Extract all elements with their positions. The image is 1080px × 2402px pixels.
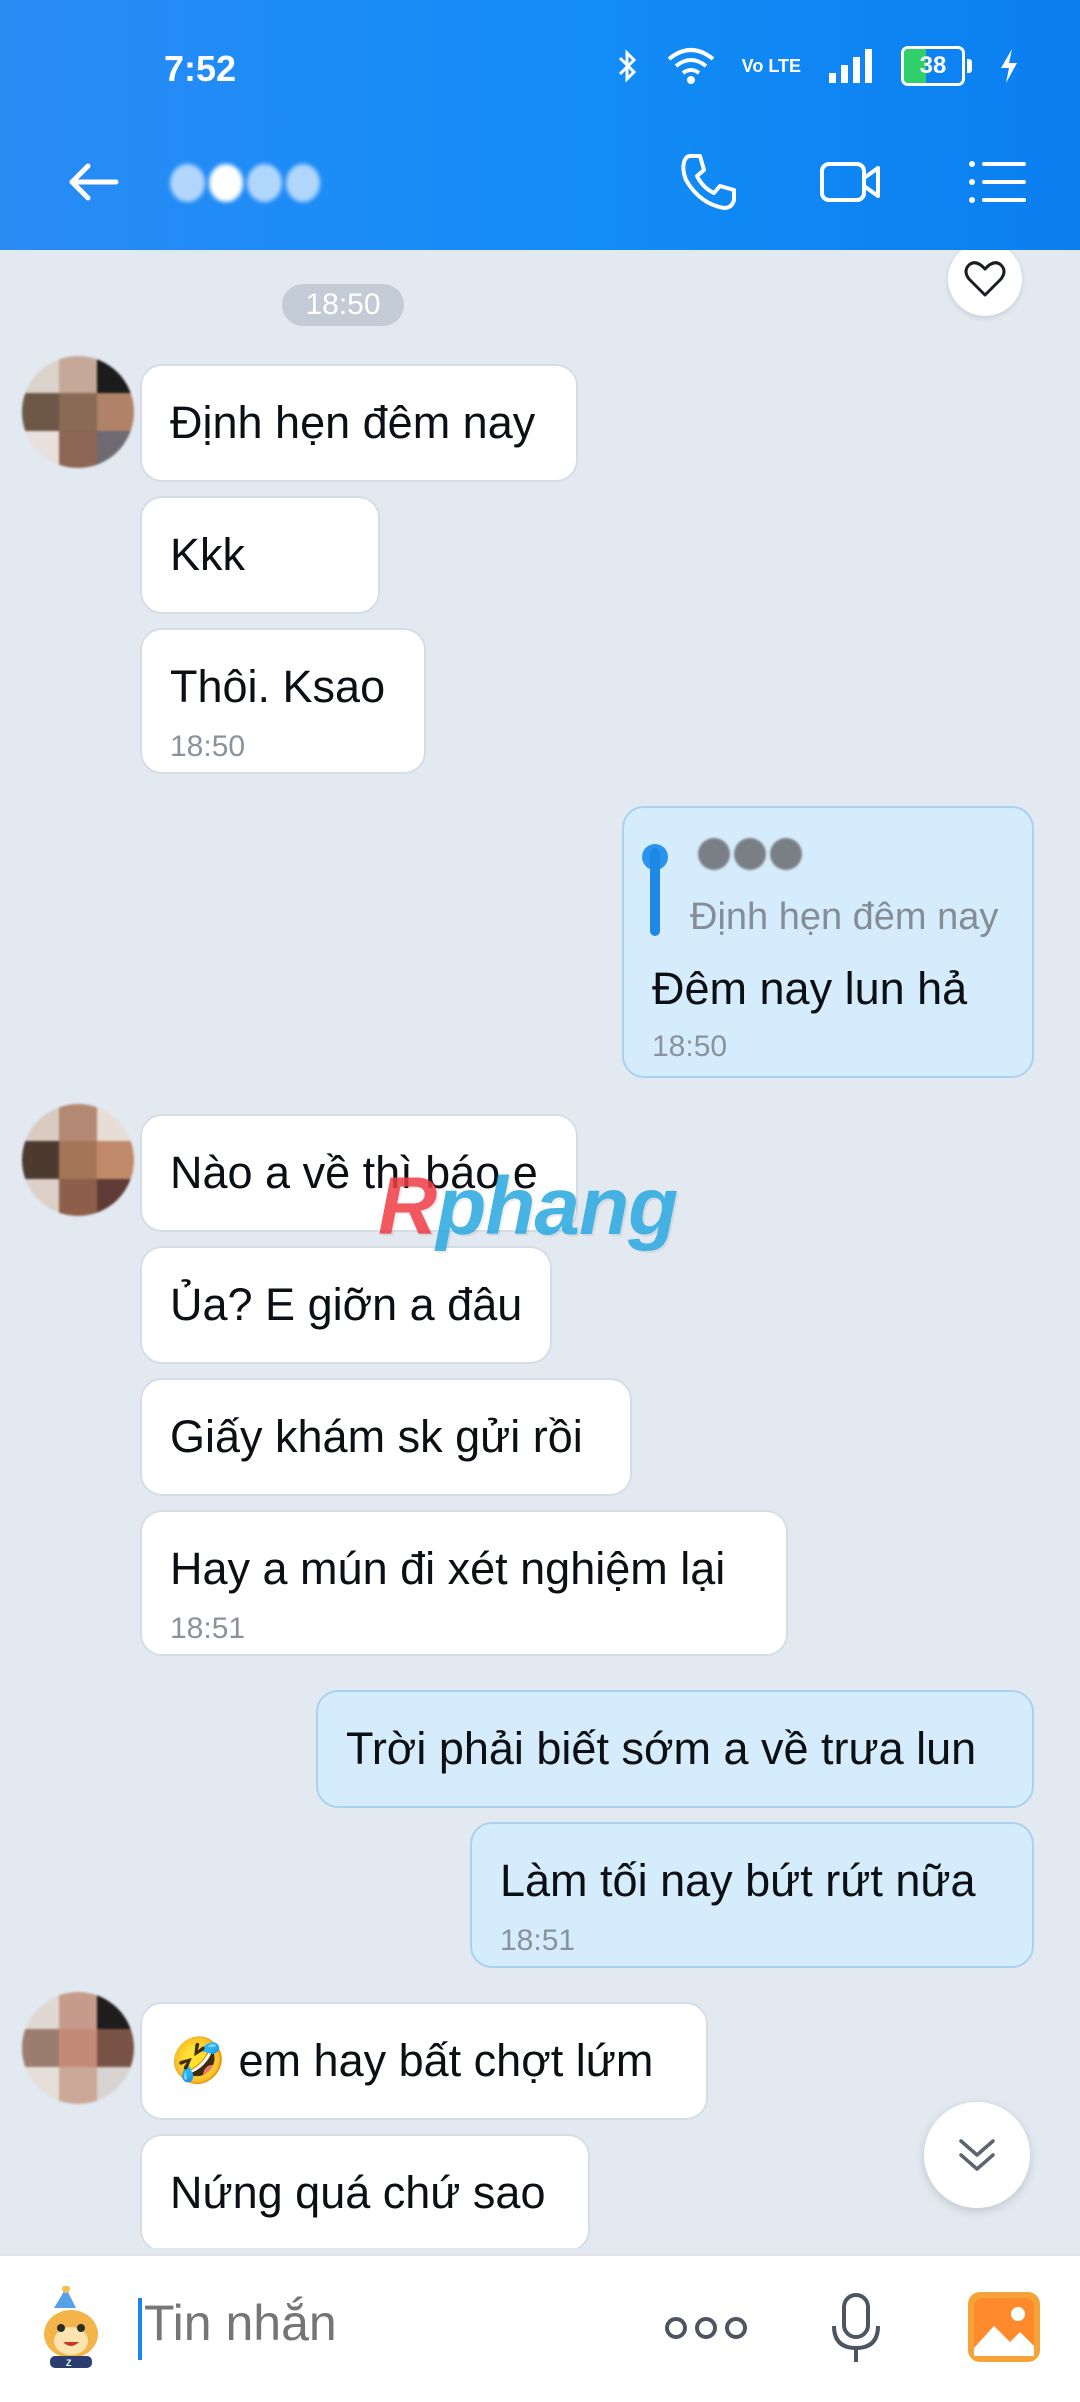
avatar[interactable] xyxy=(22,1992,134,2104)
message-bubble[interactable]: Kkk xyxy=(140,496,380,614)
double-chevron-down-icon xyxy=(959,2139,995,2171)
message-text: Định hẹn đêm nay xyxy=(170,397,536,448)
message-time: 18:51 xyxy=(500,1924,576,1957)
scroll-to-bottom-button[interactable] xyxy=(924,2102,1030,2208)
heart-icon xyxy=(964,261,1006,297)
avatar[interactable] xyxy=(22,356,134,468)
battery-icon: 38 xyxy=(901,46,972,86)
message-text: Kkk xyxy=(170,529,246,580)
message-bubble[interactable]: Ủa? E giỡn a đâu xyxy=(140,1246,552,1364)
message-text: Hay a mún đi xét nghiệm lại xyxy=(170,1543,726,1594)
message-time: 18:51 xyxy=(170,1612,246,1645)
reply-sender-name xyxy=(698,838,802,870)
message-bubble-outgoing[interactable]: Định hẹn đêm nay Đêm nay lun hả 18:50 xyxy=(622,806,1034,1078)
message-bubble[interactable]: Hay a mún đi xét nghiệm lại 18:51 xyxy=(140,1510,788,1656)
svg-text:Z: Z xyxy=(66,2358,72,2368)
message-text: Làm tối nay bứt rứt nữa xyxy=(500,1855,976,1906)
gallery-icon[interactable] xyxy=(966,2290,1042,2364)
message-text: Trời phải biết sớm a về trưa lun xyxy=(346,1723,977,1774)
reply-indicator xyxy=(650,848,660,936)
message-text: Ủa? E giỡn a đâu xyxy=(170,1279,523,1330)
bluetooth-icon xyxy=(618,49,636,83)
message-time: 18:50 xyxy=(170,730,246,763)
wifi-icon xyxy=(667,48,714,84)
contact-name[interactable] xyxy=(170,158,320,208)
reply-quote: Định hẹn đêm nay xyxy=(690,896,999,938)
message-text: Thôi. Ksao xyxy=(170,661,386,712)
message-bubble-outgoing[interactable]: Làm tối nay bứt rứt nữa 18:51 xyxy=(470,1822,1034,1968)
message-text: Giấy khám sk gửi rồi xyxy=(170,1411,583,1462)
message-input[interactable] xyxy=(144,2294,564,2352)
message-time: 18:50 xyxy=(652,1030,728,1063)
message-bubble[interactable]: Nứng quá chứ sao xyxy=(140,2134,590,2248)
message-bubble[interactable]: 🤣 em hay bất chợt lứm xyxy=(140,2002,708,2120)
charging-icon xyxy=(1001,49,1017,83)
message-composer: Z xyxy=(0,2254,1080,2402)
signal-icon xyxy=(829,49,872,83)
message-bubble[interactable]: Giấy khám sk gửi rồi xyxy=(140,1378,632,1496)
message-text: Nứng quá chứ sao xyxy=(170,2167,546,2218)
phone-call-icon[interactable] xyxy=(676,150,740,214)
message-bubble[interactable]: Định hẹn đêm nay xyxy=(140,364,578,482)
message-bubble[interactable]: Thôi. Ksao 18:50 xyxy=(140,628,426,774)
more-options-icon[interactable] xyxy=(664,2308,748,2348)
heart-reaction-button[interactable] xyxy=(948,250,1022,316)
status-time: 7:52 xyxy=(164,48,237,89)
message-bubble-outgoing[interactable]: Trời phải biết sớm a về trưa lun xyxy=(316,1690,1034,1808)
microphone-icon[interactable] xyxy=(826,2292,886,2366)
avatar[interactable] xyxy=(22,1104,134,1216)
watermark-logo: Rphang xyxy=(378,1161,678,1252)
status-icons: Vo LTE 38 xyxy=(616,46,1020,86)
text-caret xyxy=(138,2298,142,2360)
message-text: Đêm nay lun hả xyxy=(652,963,968,1014)
back-arrow-icon[interactable] xyxy=(64,152,124,212)
app-header: 7:52 Vo LTE 38 xyxy=(0,0,1080,250)
time-divider: 18:50 xyxy=(282,284,404,326)
menu-icon[interactable] xyxy=(964,150,1028,214)
message-list[interactable]: 18:50 Định hẹn đêm nay Kkk Thôi. Ksao 18… xyxy=(0,250,1080,2248)
message-text: 🤣 em hay bất chợt lứm xyxy=(170,2035,654,2086)
sticker-icon[interactable]: Z xyxy=(30,2286,112,2368)
volte-icon: Vo LTE xyxy=(741,55,801,76)
video-call-icon[interactable] xyxy=(818,150,882,214)
